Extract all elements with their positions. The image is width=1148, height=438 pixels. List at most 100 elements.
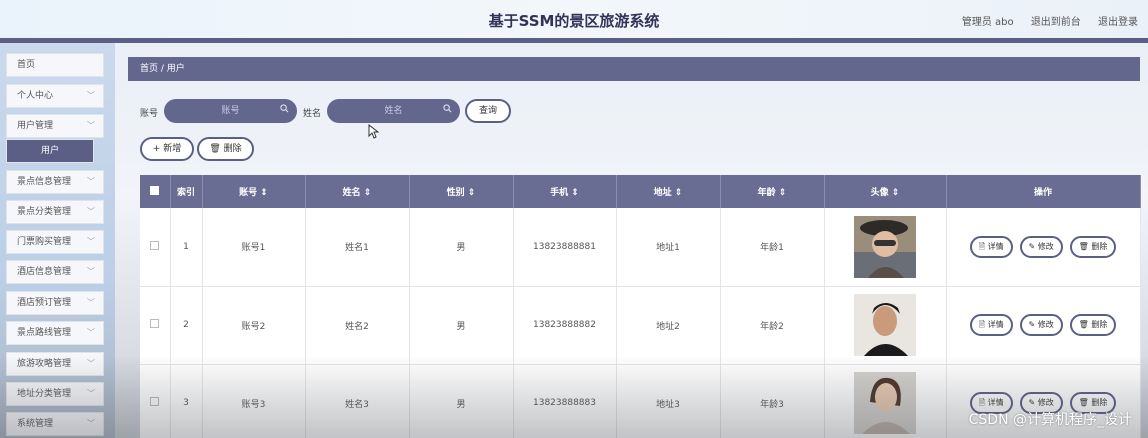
sidebar-item-label: 用户管理: [17, 121, 54, 131]
row-checkbox[interactable]: [150, 319, 160, 328]
sidebar-item-hotel-booking[interactable]: 酒店预订管理 ﹀: [6, 291, 104, 315]
sidebar-item-label: 地址分类管理: [17, 389, 72, 399]
sidebar-item-scenic-category[interactable]: 景点分类管理 ﹀: [6, 200, 104, 224]
user-table: 索引 账号 ⇕ 姓名 ⇕ 性别 ⇕ 手机 ⇕ 地址 ⇕ 年龄 ⇕ 头像 ⇕ 操作…: [140, 175, 1141, 438]
header-links: 管理员 abo 退出到前台 退出登录: [948, 13, 1138, 28]
row-checkbox[interactable]: [150, 397, 160, 406]
avatar: [854, 294, 916, 356]
sidebar-item-route[interactable]: 景点路线管理 ﹀: [6, 321, 104, 345]
chevron-down-icon: ﹀: [87, 177, 95, 186]
row-avatar-cell: [824, 208, 947, 287]
row-actions: 🗎 详情 ✎ 修改 🗑 删除: [946, 286, 1141, 365]
edit-button[interactable]: ✎ 修改: [1019, 235, 1063, 258]
account-input[interactable]: 账号: [164, 99, 297, 123]
column-header-phone[interactable]: 手机 ⇕: [513, 175, 617, 208]
column-header-account[interactable]: 账号 ⇕: [202, 175, 306, 208]
sidebar-item-label: 酒店预订管理: [17, 298, 72, 308]
row-phone: 13823888881: [513, 208, 617, 287]
column-header-age[interactable]: 年龄 ⇕: [720, 175, 825, 208]
row-age: 年龄2: [720, 286, 825, 365]
sidebar-item-ticket[interactable]: 门票购买管理 ﹀: [6, 230, 104, 254]
sidebar-item-label: 酒店信息管理: [17, 267, 72, 277]
delete-button[interactable]: 🗑 删除: [1069, 314, 1117, 336]
chevron-down-icon: ﹀: [87, 267, 95, 276]
logout-link[interactable]: 退出登录: [1098, 17, 1138, 28]
edit-button[interactable]: ✎ 修改: [1019, 314, 1063, 336]
avatar: [854, 215, 916, 278]
batch-delete-label: 删除: [223, 144, 242, 154]
sidebar-item-label: 景点路线管理: [17, 328, 72, 338]
chevron-down-icon: ﹀: [87, 389, 95, 398]
sidebar-item-hotel-info[interactable]: 酒店信息管理 ﹀: [6, 260, 104, 284]
column-header-address[interactable]: 地址 ⇕: [616, 175, 721, 208]
select-all-header[interactable]: [140, 175, 171, 208]
sidebar-item-home[interactable]: 首页: [6, 53, 104, 77]
sidebar-item-label: 旅游攻略管理: [17, 359, 72, 369]
delete-label: 删除: [1091, 398, 1108, 407]
mouse-cursor-icon: [368, 123, 380, 142]
column-header-actions: 操作: [946, 175, 1141, 208]
sidebar-item-user-mgmt[interactable]: 用户管理 ﹀: [6, 114, 104, 138]
name-placeholder: 姓名: [384, 106, 403, 116]
row-gender: 男: [409, 364, 514, 438]
row-phone: 13823888882: [513, 286, 617, 365]
chevron-down-icon: ﹀: [87, 91, 95, 100]
chevron-down-icon: ﹀: [87, 328, 95, 337]
batch-delete-button[interactable]: 🗑 删除: [197, 137, 254, 161]
chevron-down-icon: ﹀: [87, 121, 95, 130]
sidebar-item-label: 门票购买管理: [17, 237, 72, 247]
row-checkbox[interactable]: [150, 240, 160, 250]
table-row: 2 账号2 姓名2 男 13823888882 地址2 年龄2 🗎 详情 ✎ 修…: [140, 286, 1141, 365]
sidebar-item-personal[interactable]: 个人中心 ﹀: [6, 84, 104, 108]
delete-button[interactable]: 🗑 删除: [1069, 235, 1117, 258]
sidebar-item-label: 景点信息管理: [17, 177, 72, 187]
row-age: 年龄1: [720, 208, 825, 287]
row-age: 年龄3: [720, 364, 825, 438]
search-icon: [443, 99, 452, 123]
row-select-cell: [140, 286, 171, 365]
column-header-avatar[interactable]: 头像 ⇕: [824, 175, 947, 208]
detail-label: 详情: [987, 398, 1004, 407]
top-bar: 基于SSM的景区旅游系统 管理员 abo 退出到前台 退出登录: [0, 0, 1148, 38]
row-avatar-cell: [824, 364, 947, 438]
admin-user-label: 管理员 abo: [961, 17, 1014, 28]
table-header-row: 索引 账号 ⇕ 姓名 ⇕ 性别 ⇕ 手机 ⇕ 地址 ⇕ 年龄 ⇕ 头像 ⇕ 操作: [140, 175, 1141, 208]
trash-icon: 🗑: [209, 144, 221, 154]
sidebar-item-address-category[interactable]: 地址分类管理 ﹀: [6, 382, 104, 406]
add-button[interactable]: + 新增: [140, 137, 194, 161]
row-address: 地址1: [616, 208, 721, 287]
row-select-cell: [140, 364, 171, 438]
watermark-text: CSDN @计算机程序_设计: [968, 412, 1132, 428]
row-address: 地址2: [616, 286, 721, 365]
detail-button[interactable]: 🗎 详情: [969, 235, 1013, 258]
search-icon: [280, 99, 289, 123]
row-select-cell: [140, 208, 171, 287]
name-label: 姓名: [303, 109, 322, 119]
row-index: 1: [170, 208, 203, 287]
sidebar-item-label: 系统管理: [17, 419, 54, 429]
sidebar-item-user[interactable]: 用户: [6, 139, 94, 163]
detail-label: 详情: [987, 320, 1004, 329]
header-stripe: [0, 38, 1148, 43]
column-header-name[interactable]: 姓名 ⇕: [305, 175, 410, 208]
sidebar-item-scenic-info[interactable]: 景点信息管理 ﹀: [6, 170, 104, 194]
sidebar-item-system[interactable]: 系统管理 ﹀: [6, 412, 104, 436]
account-label: 账号: [140, 109, 159, 119]
name-input[interactable]: 姓名: [327, 99, 460, 123]
back-to-front-link[interactable]: 退出到前台: [1031, 17, 1081, 28]
row-name: 姓名3: [305, 364, 410, 438]
sidebar-item-guide[interactable]: 旅游攻略管理 ﹀: [6, 352, 104, 376]
detail-button[interactable]: 🗎 详情: [969, 314, 1013, 336]
column-header-gender[interactable]: 性别 ⇕: [409, 175, 514, 208]
detail-label: 详情: [987, 241, 1004, 251]
sidebar-item-label: 个人中心: [17, 91, 54, 101]
edit-label: 修改: [1037, 320, 1054, 329]
table-row: 1 账号1 姓名1 男 13823888881 地址1 年龄1 🗎 详情 ✎ 修…: [140, 208, 1141, 287]
sidebar-item-label: 用户: [40, 146, 59, 156]
row-name: 姓名2: [305, 286, 410, 365]
delete-label: 删除: [1091, 320, 1108, 329]
select-all-checkbox[interactable]: [150, 185, 160, 195]
query-button[interactable]: 查询: [465, 99, 511, 123]
chevron-down-icon: ﹀: [87, 237, 95, 246]
row-actions: 🗎 详情 ✎ 修改 🗑 删除: [946, 208, 1141, 287]
